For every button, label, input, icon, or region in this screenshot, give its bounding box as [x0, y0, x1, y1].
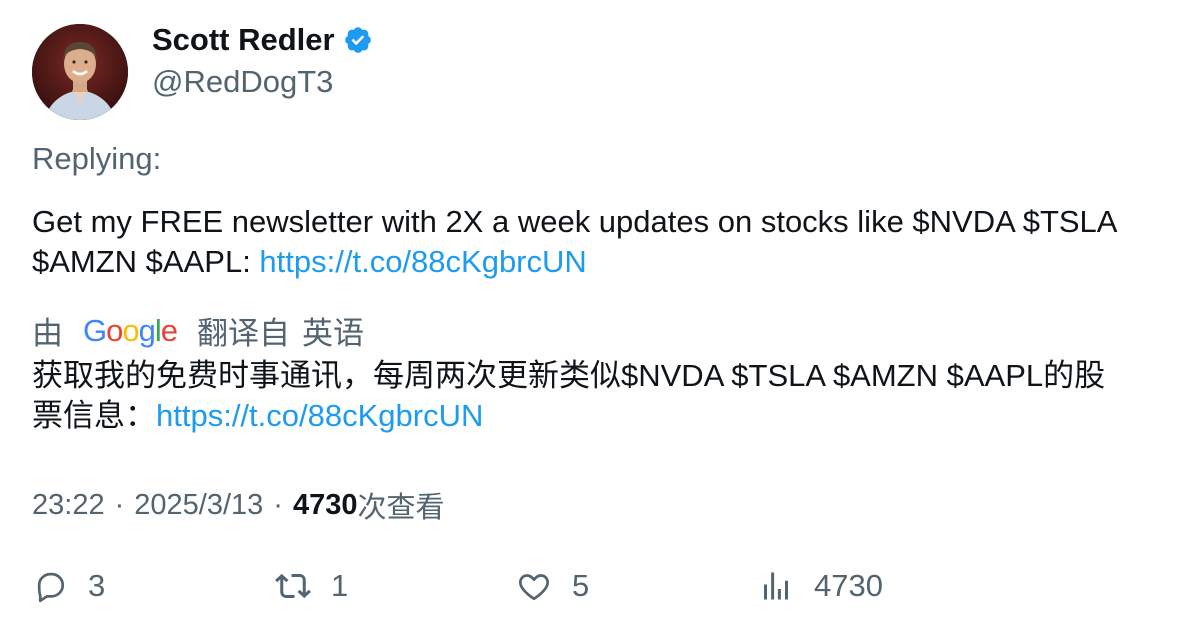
tweet-link[interactable]: https://t.co/88cKgbrcUN: [259, 244, 586, 279]
reply-count: 3: [88, 568, 106, 603]
avatar-image: [32, 24, 128, 120]
translated-text: 获取我的免费时事通讯，每周两次更新类似$NVDA $TSLA $AMZN $AA…: [32, 356, 1172, 436]
views-count-action: 4730: [814, 568, 883, 603]
translation-by-label: 由: [32, 316, 63, 351]
action-bar: 3 1 5 4730: [0, 568, 1196, 618]
tweet-time[interactable]: 23:22: [32, 489, 105, 522]
retweet-button[interactable]: 1: [275, 568, 348, 604]
like-count: 5: [572, 568, 590, 603]
tweet-date[interactable]: 2025/3/13: [134, 489, 263, 522]
views-button[interactable]: 4730: [758, 568, 883, 604]
reply-icon: [37, 572, 65, 603]
views-bar-chart-icon: [764, 572, 788, 600]
translation-attribution: 由 Google 翻译自 英语: [32, 308, 364, 353]
translated-text-line1: 获取我的免费时事通讯，每周两次更新类似$NVDA $TSLA $AMZN $AA…: [32, 358, 1106, 393]
replying-label: Replying:: [32, 141, 162, 176]
like-button[interactable]: 5: [516, 568, 589, 604]
source-language: 英语: [302, 316, 365, 351]
retweet-count: 1: [331, 568, 349, 603]
heart-icon: [518, 574, 550, 601]
translated-from-label: 翻译自: [197, 316, 291, 351]
views-count: 4730: [292, 488, 358, 521]
translated-text-line2-prefix: 票信息：: [32, 398, 156, 433]
google-logo: Google: [83, 312, 178, 348]
reply-button[interactable]: 3: [32, 568, 105, 604]
meta-separator: ·: [114, 488, 125, 521]
tweet-meta: 23:22 · 2025/3/13 · 4730 次查看: [32, 484, 444, 526]
tweet-text-line1: Get my FREE newsletter with 2X a week up…: [32, 204, 1118, 239]
tweet-text: Get my FREE newsletter with 2X a week up…: [32, 202, 1172, 282]
meta-separator: ·: [273, 488, 283, 521]
views-label: 次查看: [357, 492, 445, 524]
translated-link[interactable]: https://t.co/88cKgbrcUN: [156, 398, 483, 433]
tweet-text-line2-prefix: $AMZN $AAPL:: [32, 244, 260, 279]
translated-text-line2: 票信息：https://t.co/88cKgbrcUN: [32, 396, 1172, 436]
author-name-row[interactable]: Scott Redler: [152, 22, 373, 58]
author-display-name[interactable]: Scott Redler: [152, 22, 335, 58]
author-handle[interactable]: @RedDogT3: [152, 64, 333, 100]
verified-badge-icon: [343, 25, 373, 55]
retweet-icon: [275, 573, 311, 599]
tweet-text-line2: $AMZN $AAPL: https://t.co/88cKgbrcUN: [32, 242, 1172, 282]
avatar[interactable]: [32, 24, 128, 120]
